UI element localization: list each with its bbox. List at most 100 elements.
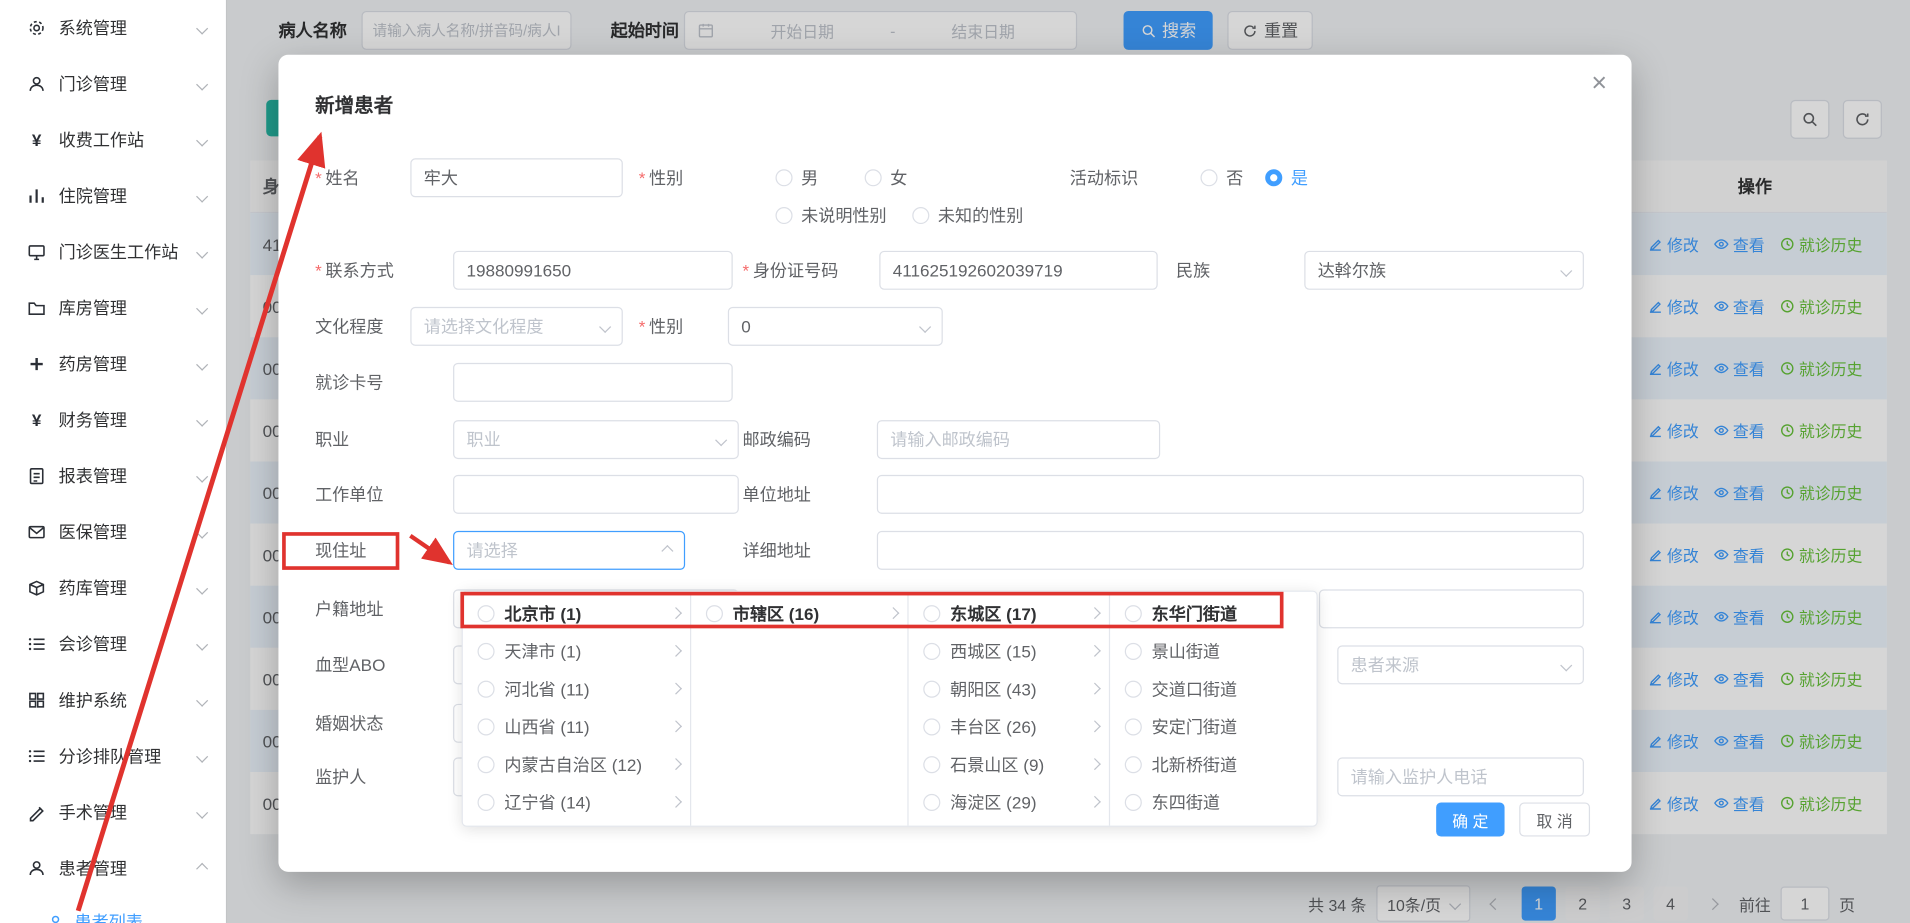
postal-input[interactable] <box>877 420 1160 459</box>
chevron-down-icon <box>715 434 727 446</box>
chevron-down-icon <box>196 134 208 146</box>
sidebar-item-maintenance[interactable]: 维护系统 <box>0 672 226 728</box>
chevron-right-icon <box>1089 758 1101 770</box>
sidebar-item-label: 库房管理 <box>59 296 198 320</box>
chevron-down-icon <box>196 526 208 538</box>
cascader-option-haidian[interactable]: 海淀区 (29) <box>909 783 1109 821</box>
blood-label: 血型ABO <box>315 645 385 684</box>
household-extra-input[interactable] <box>1319 589 1584 628</box>
radio-icon <box>478 718 495 735</box>
radio-icon <box>775 207 792 224</box>
source-select-placeholder: 患者来源 <box>1351 653 1419 677</box>
card-input[interactable] <box>453 363 733 402</box>
address-cascader-select[interactable]: 请选择 <box>453 531 685 570</box>
cascader-option-shixiaqu[interactable]: 市辖区 (16) <box>691 594 907 632</box>
cascader-option-shanxi[interactable]: 山西省 (11) <box>463 707 690 745</box>
cascader-option-fengtai[interactable]: 丰台区 (26) <box>909 707 1109 745</box>
sidebar-item-consultation[interactable]: 会诊管理 <box>0 616 226 672</box>
sidebar-item-label: 维护系统 <box>59 688 198 712</box>
guardian-phone-input[interactable] <box>1337 757 1584 796</box>
yen-icon: ¥ <box>27 130 47 149</box>
user-icon <box>27 858 47 877</box>
cascader-option-jingshan[interactable]: 景山街道 <box>1110 632 1316 670</box>
cascader-option-xicheng[interactable]: 西城区 (15) <box>909 632 1109 670</box>
contact-input[interactable] <box>453 251 733 290</box>
cascader-option-dongsi[interactable]: 东四街道 <box>1110 783 1316 821</box>
idcard-input[interactable] <box>879 251 1157 290</box>
gender-male-radio[interactable]: 男 <box>775 158 818 197</box>
sidebar-item-warehouse[interactable]: 库房管理 <box>0 280 226 336</box>
sidebar-item-finance[interactable]: ¥财务管理 <box>0 392 226 448</box>
ethnic-select[interactable]: 达斡尔族 <box>1304 251 1584 290</box>
sidebar-item-surgery[interactable]: 手术管理 <box>0 784 226 840</box>
cascader-option-dongcheng[interactable]: 东城区 (17) <box>909 594 1109 632</box>
sidebar-item-patient-list[interactable]: 患者列表 <box>0 896 226 923</box>
radio-icon <box>706 605 723 622</box>
cascader-option-liaoning[interactable]: 辽宁省 (14) <box>463 783 690 821</box>
cascader-option-jiaodaokou[interactable]: 交道口街道 <box>1110 670 1316 708</box>
cascader-option-tianjin[interactable]: 天津市 (1) <box>463 632 690 670</box>
gender-female-radio[interactable]: 女 <box>865 158 908 197</box>
chevron-up-icon <box>661 545 673 557</box>
cascader-option-shijingshan[interactable]: 石景山区 (9) <box>909 745 1109 783</box>
education-label: 文化程度 <box>315 307 383 346</box>
education-select[interactable]: 请选择文化程度 <box>410 307 622 346</box>
cascader-option-neimenggu[interactable]: 内蒙古自治区 (12) <box>463 745 690 783</box>
sidebar-item-drug-storage[interactable]: 药库管理 <box>0 560 226 616</box>
sidebar-item-outpatient-doctor-station[interactable]: 门诊医生工作站 <box>0 224 226 280</box>
confirm-button[interactable]: 确 定 <box>1436 802 1504 836</box>
sidebar-item-label: 住院管理 <box>59 184 198 208</box>
radio-icon <box>1125 605 1142 622</box>
sidebar-item-label: 收费工作站 <box>59 128 198 152</box>
sidebar-item-label: 门诊管理 <box>59 72 198 96</box>
gender-unknown-radio[interactable]: 未知的性别 <box>912 196 1023 235</box>
radio-icon <box>923 605 940 622</box>
required-mark: * <box>639 317 646 336</box>
chevron-down-icon <box>196 750 208 762</box>
name-input[interactable] <box>410 158 622 197</box>
sidebar-item-pharmacy[interactable]: 药房管理 <box>0 336 226 392</box>
sidebar-item-label: 患者管理 <box>59 856 198 880</box>
monitor-icon <box>27 242 47 261</box>
sidebar-item-triage-queue[interactable]: 分诊排队管理 <box>0 728 226 784</box>
household-label: 户籍地址 <box>315 589 383 628</box>
cascader-option-andingmen[interactable]: 安定门街道 <box>1110 707 1316 745</box>
cancel-button[interactable]: 取 消 <box>1519 802 1590 836</box>
sidebar-item-patient[interactable]: 患者管理 <box>0 840 226 896</box>
sidebar-item-inpatient[interactable]: 住院管理 <box>0 168 226 224</box>
sidebar-item-label: 药库管理 <box>59 576 198 600</box>
gender-unexplained-radio[interactable]: 未说明性别 <box>775 196 886 235</box>
radio-icon <box>923 756 940 773</box>
chevron-down-icon <box>196 582 208 594</box>
patient-source-select[interactable]: 患者来源 <box>1337 645 1584 684</box>
sidebar-item-charging-station[interactable]: ¥ 收费工作站 <box>0 112 226 168</box>
chevron-down-icon <box>1560 265 1572 277</box>
sidebar-item-insurance[interactable]: 医保管理 <box>0 504 226 560</box>
cascader-option-beixinqiao[interactable]: 北新桥街道 <box>1110 745 1316 783</box>
cascader-option-hebei[interactable]: 河北省 (11) <box>463 670 690 708</box>
work-addr-input[interactable] <box>877 475 1584 514</box>
cascader-option-beijing[interactable]: 北京市 (1) <box>463 594 690 632</box>
active-yes-radio[interactable]: 是 <box>1265 158 1308 197</box>
active-no-radio[interactable]: 否 <box>1200 158 1243 197</box>
work-addr-label: 单位地址 <box>743 475 811 514</box>
chevron-right-icon <box>670 720 682 732</box>
active-flag-label: 活动标识 <box>1070 158 1138 197</box>
occupation-select[interactable]: 职业 <box>453 420 739 459</box>
detail-addr-input[interactable] <box>877 531 1584 570</box>
sidebar-item-system[interactable]: 系统管理 <box>0 0 226 56</box>
sidebar-item-reports[interactable]: 报表管理 <box>0 448 226 504</box>
close-icon[interactable]: × <box>1591 67 1607 99</box>
box-icon <box>27 578 47 597</box>
sidebar-item-outpatient[interactable]: 门诊管理 <box>0 56 226 112</box>
scalpel-icon <box>27 802 47 821</box>
ethnic-label: 民族 <box>1176 251 1210 290</box>
work-input[interactable] <box>453 475 739 514</box>
cascader-option-donghuamen[interactable]: 东华门街道 <box>1110 594 1316 632</box>
list-icon <box>27 746 47 765</box>
cascader-province-column: 北京市 (1) 天津市 (1) 河北省 (11) 山西省 (11) 内蒙古自治区… <box>463 592 691 826</box>
chevron-down-icon <box>196 470 208 482</box>
gender2-select[interactable]: 0 <box>728 307 943 346</box>
radio-icon <box>478 605 495 622</box>
cascader-option-chaoyang[interactable]: 朝阳区 (43) <box>909 670 1109 708</box>
